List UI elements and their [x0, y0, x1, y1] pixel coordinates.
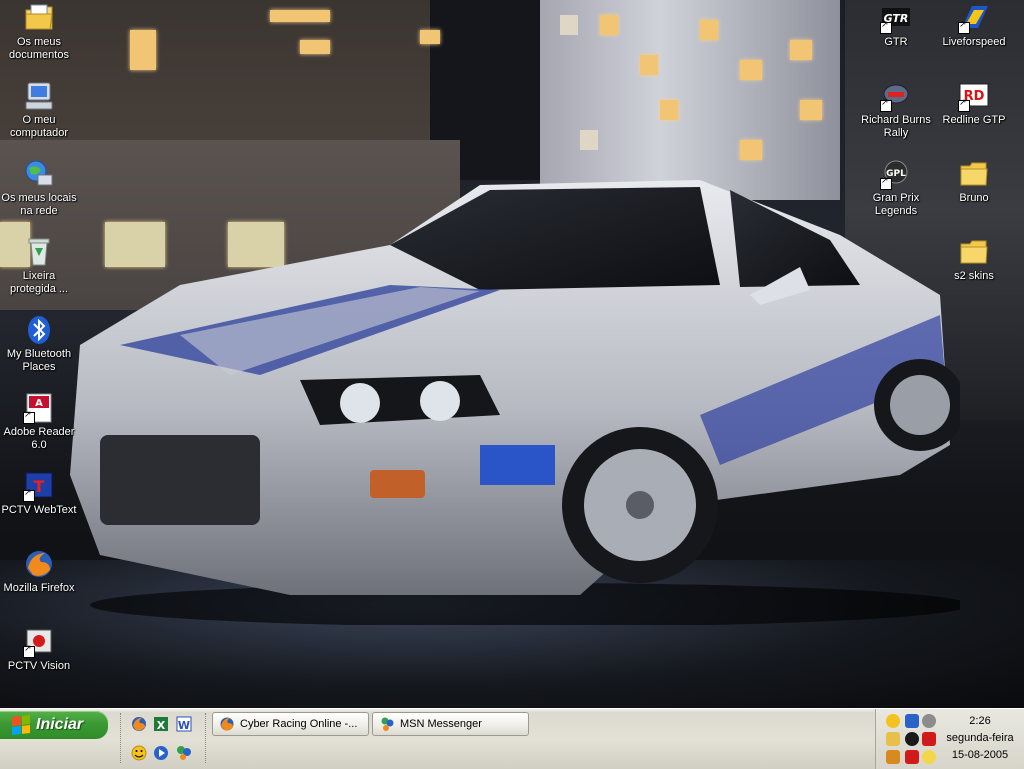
quicklaunch-messenger-icon[interactable]: [130, 744, 148, 762]
svg-text:T: T: [34, 477, 45, 496]
adobe-reader-icon: A: [23, 392, 55, 424]
desktop-icon-gran-prix-legends[interactable]: GPL Gran Prix Legends: [857, 158, 935, 218]
start-button[interactable]: Iniciar: [0, 711, 108, 739]
task-button-cyber-racing[interactable]: Cyber Racing Online -...: [212, 712, 369, 736]
windows-logo-icon: [12, 715, 30, 735]
msn-tray-icon[interactable]: [905, 714, 919, 728]
quicklaunch-excel-icon[interactable]: X: [152, 715, 170, 733]
antivirus-icon[interactable]: [886, 750, 900, 764]
icon-label: s2 skins: [954, 270, 994, 282]
ati-icon[interactable]: [922, 732, 936, 746]
disc-icon[interactable]: [922, 714, 936, 728]
nvidia-icon[interactable]: [905, 732, 919, 746]
gtr-icon: GTR: [880, 2, 912, 34]
quick-launch-separator: [120, 713, 124, 763]
desktop-icon-my-computer[interactable]: O meu computador: [0, 80, 78, 140]
icon-label: Gran Prix Legends: [872, 192, 920, 217]
clock-time: 2:26: [969, 715, 991, 727]
quicklaunch-msn-icon[interactable]: [175, 744, 193, 762]
desktop-icon-my-documents[interactable]: Os meus documentos: [0, 2, 78, 62]
icon-label: Liveforspeed: [942, 36, 1006, 48]
icon-label: Bruno: [959, 192, 989, 204]
task-label: Cyber Racing Online -...: [240, 718, 358, 730]
task-button-msn-messenger[interactable]: MSN Messenger: [372, 712, 529, 736]
desktop-icon-pctv-webtext[interactable]: T PCTV WebText: [0, 470, 78, 517]
icon-label: Mozilla Firefox: [3, 582, 75, 594]
clock-date: 15-08-2005: [951, 749, 1009, 761]
icon-label: Lixeira protegida ...: [9, 270, 69, 295]
folder-icon: [958, 236, 990, 268]
firefox-icon: [23, 548, 55, 580]
icon-label: Os meus locais na rede: [1, 192, 77, 217]
clock[interactable]: 2:26 segunda-feira 15-08-2005: [936, 713, 1024, 764]
icon-label: Richard Burns Rally: [861, 114, 931, 139]
gran-prix-legends-icon: GPL: [880, 158, 912, 190]
desktop-icon-liveforspeed[interactable]: Liveforspeed: [935, 2, 1013, 49]
network-places-icon: [23, 158, 55, 190]
redline-gtp-icon: RD: [958, 80, 990, 112]
desktop-icon-gtr[interactable]: GTR GTR: [857, 2, 935, 49]
quicklaunch-firefox-icon[interactable]: [130, 715, 148, 733]
smiley-icon[interactable]: [886, 714, 900, 728]
richard-burns-rally-icon: [880, 80, 912, 112]
shield-icon[interactable]: [905, 750, 919, 764]
nissan-skyline-car: [70, 180, 960, 625]
icon-label: Adobe Reader 6.0: [3, 426, 75, 451]
msn-messenger-icon: [379, 716, 395, 732]
icon-label: PCTV WebText: [1, 504, 77, 516]
liveforspeed-icon: [958, 2, 990, 34]
desktop-icon-firefox[interactable]: Mozilla Firefox: [0, 548, 78, 595]
pctv-webtext-icon: T: [23, 470, 55, 502]
start-label: Iniciar: [36, 716, 84, 733]
my-documents-icon: [23, 2, 55, 34]
svg-text:W: W: [178, 719, 190, 732]
bluetooth-icon: [23, 314, 55, 346]
desktop-icon-pctv-vision[interactable]: PCTV Vision: [0, 626, 78, 673]
task-label: MSN Messenger: [400, 718, 482, 730]
folder-icon: [958, 158, 990, 190]
desktop-icon-s2-skins-folder[interactable]: s2 skins: [935, 236, 1013, 283]
messenger-tray-icon[interactable]: [922, 750, 936, 764]
desktop-icon-richard-burns-rally[interactable]: Richard Burns Rally: [857, 80, 935, 140]
quicklaunch-media-player-icon[interactable]: [152, 744, 170, 762]
desktop-icon-bluetooth[interactable]: My Bluetooth Places: [0, 314, 78, 374]
desktop-icon-network-places[interactable]: Os meus locais na rede: [0, 158, 78, 218]
building-center: [540, 0, 840, 200]
icon-label: O meu computador: [9, 114, 69, 139]
pctv-vision-icon: [23, 626, 55, 658]
icon-label: PCTV Vision: [7, 660, 71, 672]
network-icon[interactable]: [886, 732, 900, 746]
icon-label: Os meus documentos: [9, 36, 69, 61]
icon-label: Redline GTP: [942, 114, 1006, 126]
desktop-icon-recycle-bin[interactable]: Lixeira protegida ...: [0, 236, 78, 296]
taskbar: Iniciar X W Cyber Racing Online -... MSN…: [0, 708, 1024, 769]
recycle-bin-icon: [23, 236, 55, 268]
taskbar-separator: [205, 713, 209, 763]
svg-text:A: A: [35, 398, 43, 409]
quicklaunch-word-icon[interactable]: W: [175, 715, 193, 733]
icon-label: My Bluetooth Places: [6, 348, 72, 373]
desktop-icon-redline-gtp[interactable]: RD Redline GTP: [935, 80, 1013, 127]
desktop-icon-bruno-folder[interactable]: Bruno: [935, 158, 1013, 205]
svg-text:X: X: [157, 719, 166, 732]
system-tray: 2:26 segunda-feira 15-08-2005: [875, 709, 1024, 769]
clock-day: segunda-feira: [946, 732, 1014, 744]
firefox-icon: [219, 716, 235, 732]
icon-label: GTR: [884, 36, 908, 48]
my-computer-icon: [23, 80, 55, 112]
desktop-icon-adobe-reader[interactable]: A Adobe Reader 6.0: [0, 392, 78, 452]
